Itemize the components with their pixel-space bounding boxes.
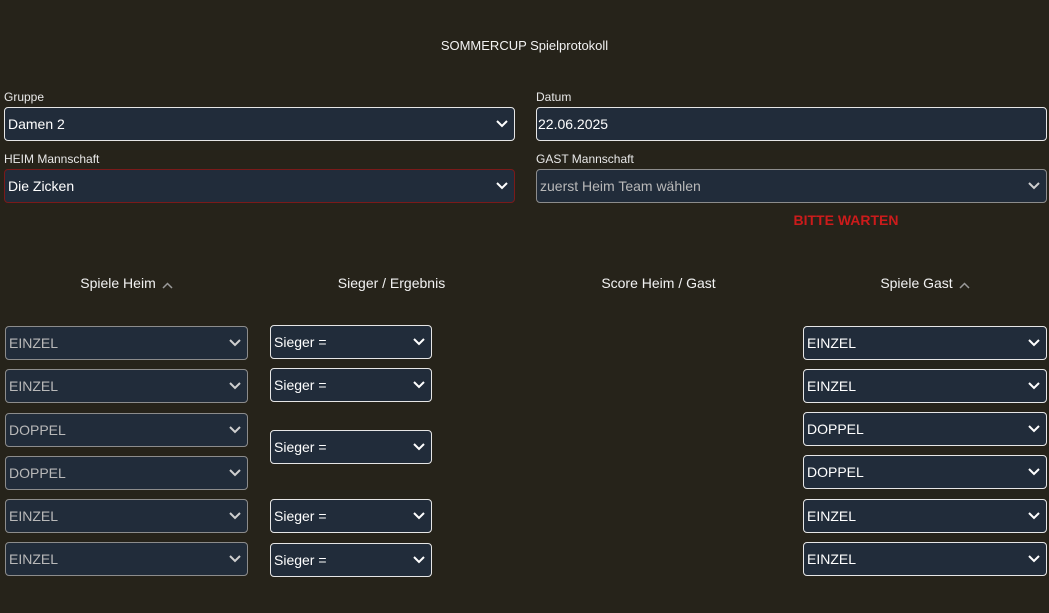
chevron-down-icon bbox=[229, 382, 241, 390]
chevron-down-icon bbox=[413, 381, 425, 389]
sieger-value: Sieger = bbox=[274, 377, 327, 393]
datum-input[interactable]: 22.06.2025 bbox=[536, 107, 1047, 141]
heim-spiel-select[interactable]: EINZEL bbox=[5, 326, 248, 360]
col-spiele-heim[interactable]: Spiele Heim bbox=[5, 275, 248, 292]
chevron-down-icon bbox=[413, 512, 425, 520]
col-spiele-gast-label: Spiele Gast bbox=[880, 275, 953, 291]
heim-spiel-select[interactable]: EINZEL bbox=[5, 542, 248, 576]
col-sieger-ergebnis: Sieger / Ergebnis bbox=[337, 275, 446, 291]
chevron-down-icon bbox=[1028, 555, 1040, 563]
gast-label: GAST Mannschaft bbox=[536, 152, 634, 166]
gruppe-label: Gruppe bbox=[4, 90, 45, 104]
chevron-down-icon bbox=[496, 182, 508, 190]
gast-spiel-select[interactable]: DOPPEL bbox=[803, 455, 1047, 489]
chevron-down-icon bbox=[1028, 512, 1040, 520]
heim-team-select[interactable]: Die Zicken bbox=[4, 169, 515, 203]
gast-spiel-value: EINZEL bbox=[807, 508, 857, 524]
chevron-down-icon bbox=[413, 556, 425, 564]
chevron-up-icon bbox=[959, 276, 970, 292]
gast-team-placeholder: zuerst Heim Team wählen bbox=[540, 178, 701, 194]
chevron-down-icon bbox=[1028, 182, 1040, 190]
heim-spiel-select[interactable]: EINZEL bbox=[5, 499, 248, 533]
chevron-up-icon bbox=[162, 276, 173, 292]
sieger-value: Sieger = bbox=[274, 508, 327, 524]
col-score: Score Heim / Gast bbox=[601, 275, 716, 291]
heim-spiel-select[interactable]: EINZEL bbox=[5, 369, 248, 403]
heim-team-value: Die Zicken bbox=[8, 178, 75, 194]
gast-spiel-value: DOPPEL bbox=[807, 421, 864, 437]
sieger-value: Sieger = bbox=[274, 439, 327, 455]
gast-spiel-value: EINZEL bbox=[807, 378, 857, 394]
gast-spiel-value: DOPPEL bbox=[807, 464, 864, 480]
chevron-down-icon bbox=[229, 339, 241, 347]
datum-value: 22.06.2025 bbox=[538, 116, 609, 132]
chevron-down-icon bbox=[496, 120, 508, 128]
gast-spiel-select[interactable]: EINZEL bbox=[803, 499, 1047, 533]
sieger-value: Sieger = bbox=[274, 334, 327, 350]
heim-spiel-value: EINZEL bbox=[9, 551, 59, 567]
gast-spiel-value: EINZEL bbox=[807, 551, 857, 567]
sieger-select[interactable]: Sieger = bbox=[270, 368, 432, 402]
gruppe-select[interactable]: Damen 2 bbox=[4, 107, 515, 141]
sieger-select[interactable]: Sieger = bbox=[270, 430, 432, 464]
heim-spiel-select[interactable]: DOPPEL bbox=[5, 456, 248, 490]
chevron-down-icon bbox=[1028, 339, 1040, 347]
gast-spiel-select[interactable]: DOPPEL bbox=[803, 412, 1047, 446]
heim-spiel-value: DOPPEL bbox=[9, 465, 66, 481]
heim-label: HEIM Mannschaft bbox=[4, 152, 100, 166]
sieger-select[interactable]: Sieger = bbox=[270, 499, 432, 533]
datum-label: Datum bbox=[536, 90, 572, 104]
chevron-down-icon bbox=[229, 512, 241, 520]
gast-spiel-select[interactable]: EINZEL bbox=[803, 326, 1047, 360]
gast-team-select[interactable]: zuerst Heim Team wählen bbox=[536, 169, 1047, 203]
gast-spiel-select[interactable]: EINZEL bbox=[803, 542, 1047, 576]
chevron-down-icon bbox=[229, 426, 241, 434]
gast-spiel-value: EINZEL bbox=[807, 335, 857, 351]
col-spiele-heim-label: Spiele Heim bbox=[80, 275, 156, 291]
heim-spiel-value: EINZEL bbox=[9, 378, 59, 394]
chevron-down-icon bbox=[1028, 382, 1040, 390]
page-title: SOMMERCUP Spielprotokoll bbox=[440, 38, 609, 53]
chevron-down-icon bbox=[229, 469, 241, 477]
chevron-down-icon bbox=[229, 555, 241, 563]
heim-spiel-value: EINZEL bbox=[9, 508, 59, 524]
gruppe-value: Damen 2 bbox=[8, 116, 65, 132]
chevron-down-icon bbox=[413, 338, 425, 346]
chevron-down-icon bbox=[1028, 425, 1040, 433]
chevron-down-icon bbox=[413, 443, 425, 451]
heim-spiel-select[interactable]: DOPPEL bbox=[5, 413, 248, 447]
sieger-select[interactable]: Sieger = bbox=[270, 325, 432, 359]
sieger-value: Sieger = bbox=[274, 552, 327, 568]
sieger-select[interactable]: Sieger = bbox=[270, 543, 432, 577]
status-warning: BITTE WARTEN bbox=[793, 212, 899, 228]
heim-spiel-value: DOPPEL bbox=[9, 422, 66, 438]
heim-spiel-value: EINZEL bbox=[9, 335, 59, 351]
col-spiele-gast[interactable]: Spiele Gast bbox=[803, 275, 1047, 292]
gast-spiel-select[interactable]: EINZEL bbox=[803, 369, 1047, 403]
chevron-down-icon bbox=[1028, 468, 1040, 476]
